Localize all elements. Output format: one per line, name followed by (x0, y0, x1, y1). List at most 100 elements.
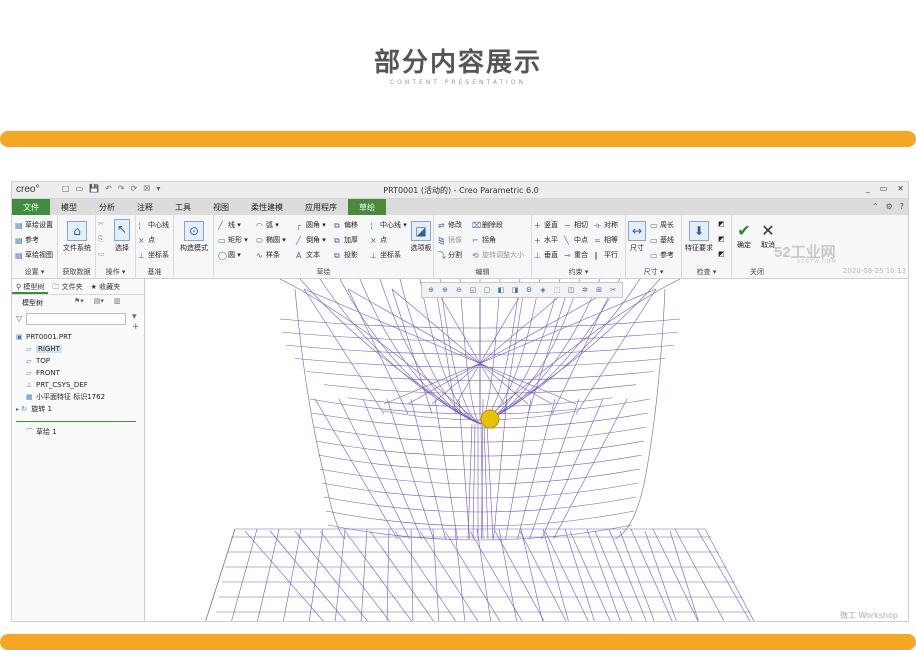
perspective-icon[interactable]: ⚙ (523, 284, 535, 296)
group-label-constraint[interactable]: 约束 ▾ (532, 267, 625, 277)
maximize-icon[interactable]: ▭ (880, 184, 888, 193)
project-button[interactable]: ⧉ 投影 (334, 250, 358, 260)
minimize-icon[interactable]: _ (866, 184, 870, 193)
add-filter-icon[interactable]: ▾ + (132, 312, 144, 332)
tab-view[interactable]: 视图 (202, 199, 240, 215)
delete-segment-button[interactable]: ⌧删除段 (472, 220, 503, 230)
group-label-settings[interactable]: 设置 ▾ (12, 267, 57, 277)
modify-button[interactable]: ⇌ 修改 (438, 220, 462, 230)
mirror-button[interactable]: ⧎ 镜像 (438, 235, 462, 245)
offset-button[interactable]: ⧉ 偏移 (334, 220, 358, 230)
tree-node-sketch[interactable]: ⌒ 草绘 1 (16, 426, 144, 438)
horizontal-constraint-button[interactable]: + 水平 (534, 235, 558, 245)
settings-gear-icon[interactable]: ⚙ (886, 202, 893, 211)
symmetric-constraint-button[interactable]: ⟛ 对称 (594, 220, 618, 230)
tree-settings-icon[interactable]: ⚑▾ (74, 297, 84, 305)
cut-icon[interactable]: ✂ (98, 220, 104, 228)
tree-node-csys[interactable]: ⊥ PRT_CSYS_DEF (16, 379, 144, 391)
help-icon[interactable]: ? (900, 202, 904, 211)
tab-file[interactable]: 文件 (12, 199, 50, 215)
tree-filter-icon[interactable]: ▥ (114, 297, 121, 305)
baseline-button[interactable]: ▭ 基线 (650, 235, 674, 245)
datum-centerline-button[interactable]: ¦ 中心线 (138, 220, 169, 230)
corner-button[interactable]: ⌐ 拐角 (472, 235, 496, 245)
line-button[interactable]: ╱ 线 ▾ (218, 220, 241, 230)
tree-node-top[interactable]: ▱ TOP (16, 355, 144, 367)
tree-columns-icon[interactable]: ▤▾ (94, 297, 104, 305)
sketch-point-button[interactable]: × 点 (370, 235, 387, 245)
saved-orientations-icon[interactable]: ◧ (495, 284, 507, 296)
sketcher-display-icon[interactable]: ✲ (579, 284, 591, 296)
spline-button[interactable]: ∿ 样条 (256, 250, 280, 260)
datum-display-icon[interactable]: ◈ (537, 284, 549, 296)
datum-point-button[interactable]: × 点 (138, 235, 155, 245)
divide-button[interactable]: ⤵ 分割 (438, 250, 462, 260)
ribbon-minimize-icon[interactable]: ⌃ (872, 202, 879, 211)
tree-node-right[interactable]: ▱ RIGHT (16, 343, 144, 355)
group-label-dimension[interactable]: 尺寸 ▾ (626, 267, 681, 277)
tab-folder-browser[interactable]: 🗀 文件夹 (48, 279, 86, 294)
equal-constraint-button[interactable]: = 相等 (594, 235, 618, 245)
annotation-display-icon[interactable]: ⬚ (551, 284, 563, 296)
parallel-constraint-button[interactable]: ∥ 平行 (594, 250, 618, 260)
sketch-view-button[interactable]: ▤ 草绘视图 (15, 250, 53, 260)
section-icon[interactable]: ✂ (607, 284, 619, 296)
palette-button[interactable]: ◪ 选项板 (408, 221, 434, 253)
expand-arrow-icon[interactable]: ▸ (16, 406, 19, 413)
reference-dimension-button[interactable]: ▭ 参考 (650, 250, 674, 260)
feature-requirements-button[interactable]: ⬇ 特征要求 (682, 221, 716, 253)
references-button[interactable]: ▤ 参考 (15, 235, 39, 245)
paste-icon[interactable]: ▭ (98, 250, 105, 258)
grid-display-icon[interactable]: ⊞ (593, 284, 605, 296)
display-style-icon[interactable]: ▢ (481, 284, 493, 296)
tab-annotate[interactable]: 注释 (126, 199, 164, 215)
copy-icon[interactable]: ⎘ (98, 235, 104, 244)
datum-csys-button[interactable]: ⊥ 坐标系 (138, 250, 169, 260)
tree-search-input[interactable] (26, 313, 126, 325)
inspect-tool-2-icon[interactable]: ◩ (718, 235, 725, 243)
view-manager-icon[interactable]: ◨ (509, 284, 521, 296)
tab-flexible-modeling[interactable]: 柔性建模 (240, 199, 294, 215)
tab-tools[interactable]: 工具 (164, 199, 202, 215)
perimeter-button[interactable]: ▭ 周长 (650, 220, 674, 230)
tab-model[interactable]: 模型 (50, 199, 88, 215)
tree-node-part[interactable]: ▣ PRT0001.PRT (16, 331, 144, 343)
construction-mode-button[interactable]: ⊙ 构造模式 (174, 221, 214, 253)
arc-button[interactable]: ◠ 弧 ▾ (256, 220, 279, 230)
coincident-constraint-button[interactable]: ⊸ 重合 (564, 250, 588, 260)
ellipse-button[interactable]: ⬭ 椭圆 ▾ (256, 235, 286, 245)
tab-favorites[interactable]: ★ 收藏夹 (87, 279, 125, 294)
file-system-button[interactable]: ⌂ 文件系统 (58, 221, 96, 253)
selected-point-marker[interactable] (480, 409, 500, 429)
group-label-inspect[interactable]: 检查 ▾ (682, 267, 731, 277)
chamfer-button[interactable]: ╱ 倒角 ▾ (296, 235, 326, 245)
tree-node-front[interactable]: ▱ FRONT (16, 367, 144, 379)
rectangle-button[interactable]: ▭ 矩形 ▾ (218, 235, 248, 245)
zoom-out-icon[interactable]: ⊖ (453, 284, 465, 296)
sketch-setup-button[interactable]: ▤ 草绘设置 (15, 220, 53, 230)
tab-sketch[interactable]: 草绘 (348, 199, 386, 215)
close-icon[interactable]: ✕ (897, 184, 904, 193)
midpoint-constraint-button[interactable]: ╲ 中点 (564, 235, 588, 245)
sketch-centerline-button[interactable]: ¦ 中心线 ▾ (370, 220, 407, 230)
inspect-tool-3-icon[interactable]: ◩ (718, 250, 725, 258)
fillet-button[interactable]: ╭ 圆角 ▾ (296, 220, 326, 230)
inspect-tool-1-icon[interactable]: ◩ (718, 220, 725, 228)
tab-analysis[interactable]: 分析 (88, 199, 126, 215)
perpendicular-constraint-button[interactable]: ⊥ 垂直 (534, 250, 558, 260)
tangent-constraint-button[interactable]: ∽ 相切 (564, 220, 588, 230)
dimension-button[interactable]: ↔ 尺寸 (626, 221, 648, 253)
group-label-operations[interactable]: 操作 ▾ (96, 267, 135, 277)
graphics-viewport[interactable]: ⊕ ⊕ ⊖ ◱ ▢ ◧ ◨ ⚙ ◈ ⬚ ◫ ✲ ⊞ ✂ 微工 Workshop (145, 279, 908, 621)
thicken-button[interactable]: ⧉ 加厚 (334, 235, 358, 245)
sketch-csys-button[interactable]: ⊥ 坐标系 (370, 250, 401, 260)
refit-icon[interactable]: ⊕ (425, 284, 437, 296)
ok-button[interactable]: ✔ 确定 (732, 221, 756, 250)
text-button[interactable]: A 文本 (296, 250, 320, 260)
circle-button[interactable]: ◯圆 ▾ (218, 250, 241, 260)
tree-node-revolve[interactable]: ▸ ↻ 旋转 1 (16, 403, 144, 415)
tab-model-tree[interactable]: ⚲ 模型树 (12, 279, 49, 294)
zoom-in-icon[interactable]: ⊕ (439, 284, 451, 296)
tree-node-facet-feature[interactable]: ▦ 小平面特征 标识1762 (16, 391, 144, 403)
tab-applications[interactable]: 应用程序 (294, 199, 348, 215)
